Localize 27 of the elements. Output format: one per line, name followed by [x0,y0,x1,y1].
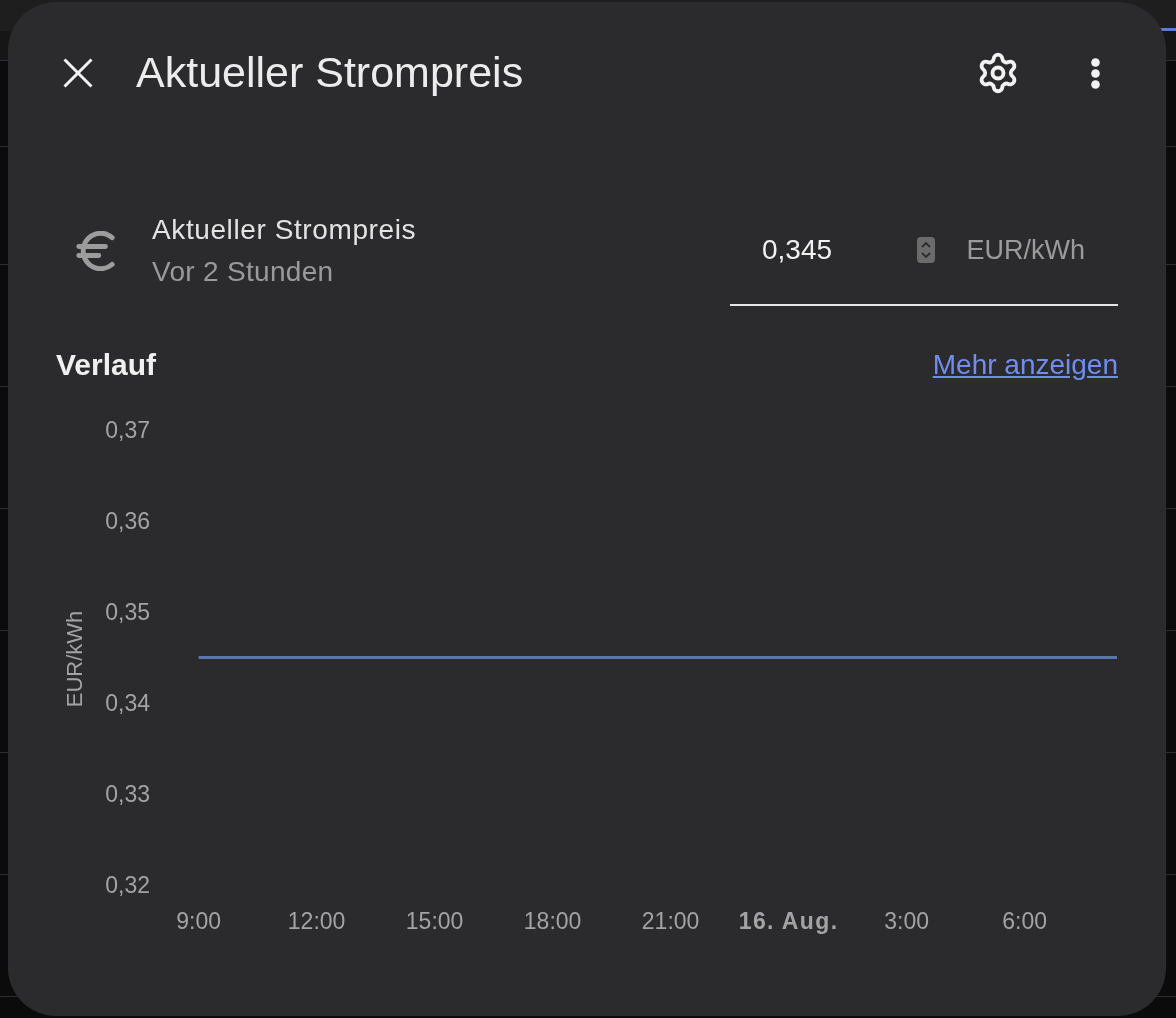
y-tick-label: 0,37 [105,416,150,443]
more-link[interactable]: Mehr anzeigen [932,349,1118,381]
last-changed-text: Vor 2 Stunden [152,257,335,287]
x-tick-label: 9:00 [176,907,221,934]
x-tick-label: 18:00 [523,907,582,934]
x-tick-label: 15:00 [405,907,464,934]
x-tick-label: 21:00 [641,907,700,934]
close-icon [63,58,93,88]
euro-icon [76,231,116,271]
value-input[interactable]: 0,345 [762,234,918,266]
number-field[interactable]: 0,345 EUR/kWh [730,196,1118,306]
y-tick-label: 0,36 [105,507,150,534]
x-tick-label: 16. Aug. [738,907,839,934]
dialog-title: Aktueller Strompreis [136,47,524,99]
x-tick-label: 3:00 [884,907,929,934]
three-dots-icon [1090,57,1100,89]
y-tick-label: 0,32 [105,871,150,898]
y-tick-label: 0,34 [105,689,150,716]
x-tick-label: 6:00 [1002,907,1047,934]
x-tick-label: 12:00 [287,907,346,934]
section-title: Verlauf [56,348,157,382]
up-down-arrows-icon[interactable] [917,237,936,263]
unit-label: EUR/kWh [966,234,1085,266]
y-tick-label: 0,35 [105,598,150,625]
y-tick-label: 0,33 [105,780,150,807]
y-axis-title: EUR/kWh [62,610,88,708]
entity-name: Aktueller Strompreis [152,215,418,245]
